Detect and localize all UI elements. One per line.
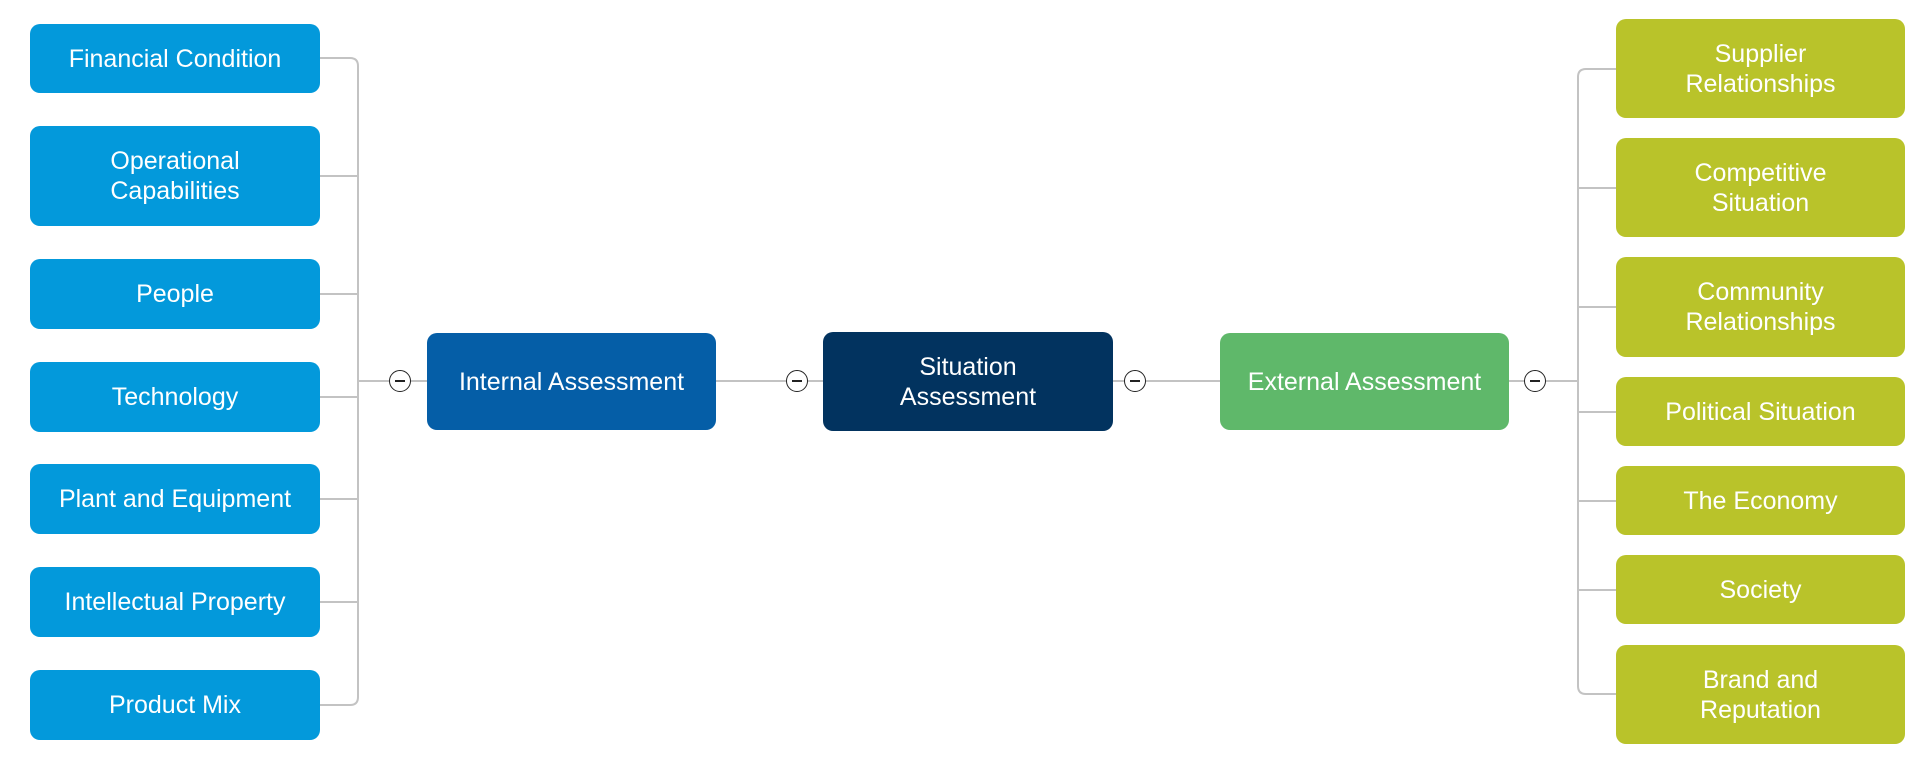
node-external-assessment[interactable]: External Assessment xyxy=(1220,333,1509,430)
collapse-minus-icon[interactable] xyxy=(786,370,808,392)
node-people[interactable]: People xyxy=(30,259,320,329)
node-the-economy[interactable]: The Economy xyxy=(1616,466,1905,535)
collapse-minus-icon[interactable] xyxy=(389,370,411,392)
node-society[interactable]: Society xyxy=(1616,555,1905,624)
node-brand-and-reputation[interactable]: Brand and Reputation xyxy=(1616,645,1905,744)
collapse-minus-icon[interactable] xyxy=(1124,370,1146,392)
node-product-mix[interactable]: Product Mix xyxy=(30,670,320,740)
node-plant-and-equipment[interactable]: Plant and Equipment xyxy=(30,464,320,534)
node-operational-capabilities[interactable]: Operational Capabilities xyxy=(30,126,320,226)
node-political-situation[interactable]: Political Situation xyxy=(1616,377,1905,446)
node-technology[interactable]: Technology xyxy=(30,362,320,432)
node-internal-assessment[interactable]: Internal Assessment xyxy=(427,333,716,430)
connector-financial xyxy=(320,57,359,381)
node-financial-condition[interactable]: Financial Condition xyxy=(30,24,320,93)
node-intellectual-property[interactable]: Intellectual Property xyxy=(30,567,320,637)
node-situation-assessment[interactable]: Situation Assessment xyxy=(823,332,1113,431)
collapse-minus-icon[interactable] xyxy=(1524,370,1546,392)
connector-supplier xyxy=(1577,68,1616,381)
node-community-relationships[interactable]: Community Relationships xyxy=(1616,257,1905,357)
connector-brand xyxy=(1577,381,1616,695)
node-competitive-situation[interactable]: Competitive Situation xyxy=(1616,138,1905,237)
connector-product xyxy=(320,381,359,706)
node-supplier-relationships[interactable]: Supplier Relationships xyxy=(1616,19,1905,118)
